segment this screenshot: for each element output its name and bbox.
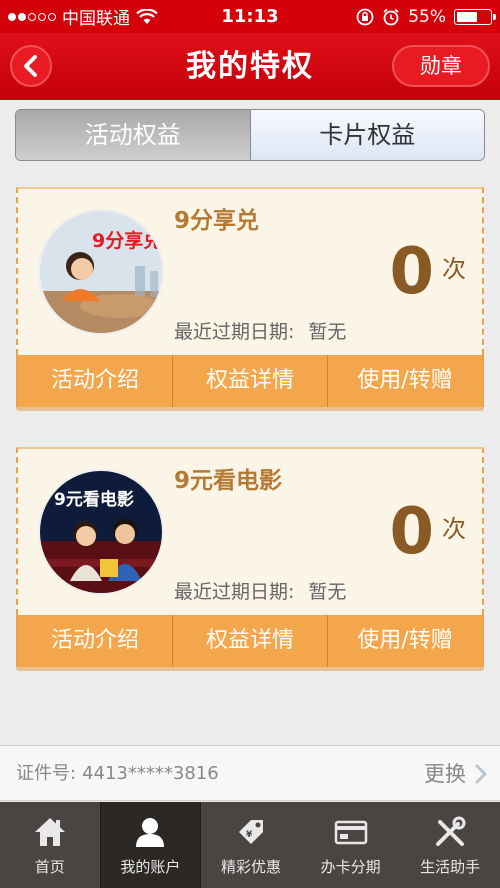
9-yuan-movie-photo: 9元看电影 bbox=[40, 471, 162, 593]
status-right: 55% bbox=[356, 0, 496, 33]
usage-count-unit: 次 bbox=[442, 255, 466, 283]
benefit-tabs: 活动权益 卡片权益 bbox=[15, 109, 485, 161]
tab-life-assistant-label: 生活助手 bbox=[420, 857, 481, 876]
tab-my-account-label: 我的账户 bbox=[120, 857, 181, 876]
card-image: 9分享兑 bbox=[38, 209, 164, 335]
svg-text:9分享兑: 9分享兑 bbox=[92, 229, 162, 252]
change-label: 更换 bbox=[424, 762, 466, 786]
tab-life-assistant[interactable]: 生活助手 bbox=[400, 802, 500, 888]
user-icon bbox=[136, 817, 165, 847]
home-icon bbox=[34, 817, 65, 846]
bottom-tab-bar: 首页 我的账户 ¥ 精彩优惠 办卡分期 生活助手 bbox=[0, 802, 500, 888]
card-shadow bbox=[16, 407, 484, 411]
tab-home-label: 首页 bbox=[34, 857, 65, 876]
change-button[interactable]: 更换 bbox=[424, 746, 488, 802]
usage-count: 0 bbox=[389, 235, 434, 309]
card-title: 9元看电影 bbox=[174, 468, 283, 494]
tab-home[interactable]: 首页 bbox=[0, 802, 100, 888]
9-fen-xiang-dui-photo: 9分享兑 bbox=[40, 211, 162, 333]
expire-value: 暂无 bbox=[308, 321, 347, 343]
svg-text:¥: ¥ bbox=[246, 830, 253, 840]
status-bar: 中国联通 11:13 55% bbox=[0, 0, 500, 33]
medal-button[interactable]: 勋章 bbox=[392, 45, 490, 87]
chevron-right-icon bbox=[475, 764, 487, 784]
benefit-card: 9元看电影 9元看电影 0 次 最近过期日期: 暂无 活动介绍 权益详情 使用/转… bbox=[16, 447, 484, 671]
usage-count: 0 bbox=[389, 495, 434, 569]
tab-offers[interactable]: ¥ 精彩优惠 bbox=[201, 802, 301, 888]
battery-icon bbox=[454, 8, 496, 25]
id-label: 证件号: bbox=[16, 763, 77, 784]
tools-icon bbox=[436, 816, 466, 846]
usage-count-unit: 次 bbox=[442, 515, 466, 543]
expire-value: 暂无 bbox=[308, 581, 347, 603]
expire-info: 最近过期日期: 暂无 bbox=[174, 317, 346, 344]
tab-offers-label: 精彩优惠 bbox=[220, 857, 281, 876]
card-shadow bbox=[16, 667, 484, 671]
card-actions: 活动介绍 权益详情 使用/转赠 bbox=[16, 355, 484, 407]
card-icon bbox=[334, 820, 367, 844]
tab-card-installment-label: 办卡分期 bbox=[320, 857, 381, 876]
alarm-icon bbox=[383, 8, 399, 25]
rotation-lock-icon bbox=[356, 8, 374, 25]
id-number: 4413*****3816 bbox=[82, 763, 219, 784]
expire-label: 最近过期日期: bbox=[174, 321, 295, 343]
use-transfer-button[interactable]: 使用/转赠 bbox=[327, 355, 482, 407]
svg-text:9元看电影: 9元看电影 bbox=[54, 489, 134, 510]
expire-info: 最近过期日期: 暂无 bbox=[174, 577, 346, 604]
tag-icon: ¥ bbox=[238, 819, 263, 844]
activity-intro-button[interactable]: 活动介绍 bbox=[18, 615, 172, 667]
id-bar: 证件号: 4413*****3816 更换 bbox=[0, 745, 500, 801]
battery-percent: 55% bbox=[408, 6, 446, 27]
benefit-details-button[interactable]: 权益详情 bbox=[172, 615, 327, 667]
benefit-details-button[interactable]: 权益详情 bbox=[172, 355, 327, 407]
use-transfer-button[interactable]: 使用/转赠 bbox=[327, 615, 482, 667]
activity-intro-button[interactable]: 活动介绍 bbox=[18, 355, 172, 407]
tab-card-installment[interactable]: 办卡分期 bbox=[301, 802, 401, 888]
tab-activity-benefits[interactable]: 活动权益 bbox=[16, 110, 250, 160]
card-body: 9元看电影 9元看电影 0 次 最近过期日期: 暂无 bbox=[16, 447, 484, 615]
tab-my-account[interactable]: 我的账户 bbox=[99, 802, 202, 888]
benefit-card: 9分享兑 9分享兑 0 次 最近过期日期: 暂无 活动介绍 权益详情 使用/转赠 bbox=[16, 187, 484, 411]
card-body: 9分享兑 9分享兑 0 次 最近过期日期: 暂无 bbox=[16, 187, 484, 355]
expire-label: 最近过期日期: bbox=[174, 581, 295, 603]
card-actions: 活动介绍 权益详情 使用/转赠 bbox=[16, 615, 484, 667]
card-title: 9分享兑 bbox=[174, 208, 260, 234]
nav-bar: 我的特权 勋章 bbox=[0, 33, 500, 100]
tab-card-benefits[interactable]: 卡片权益 bbox=[249, 110, 484, 160]
card-image: 9元看电影 bbox=[38, 469, 164, 595]
id-number-info: 证件号: 4413*****3816 bbox=[16, 746, 219, 802]
